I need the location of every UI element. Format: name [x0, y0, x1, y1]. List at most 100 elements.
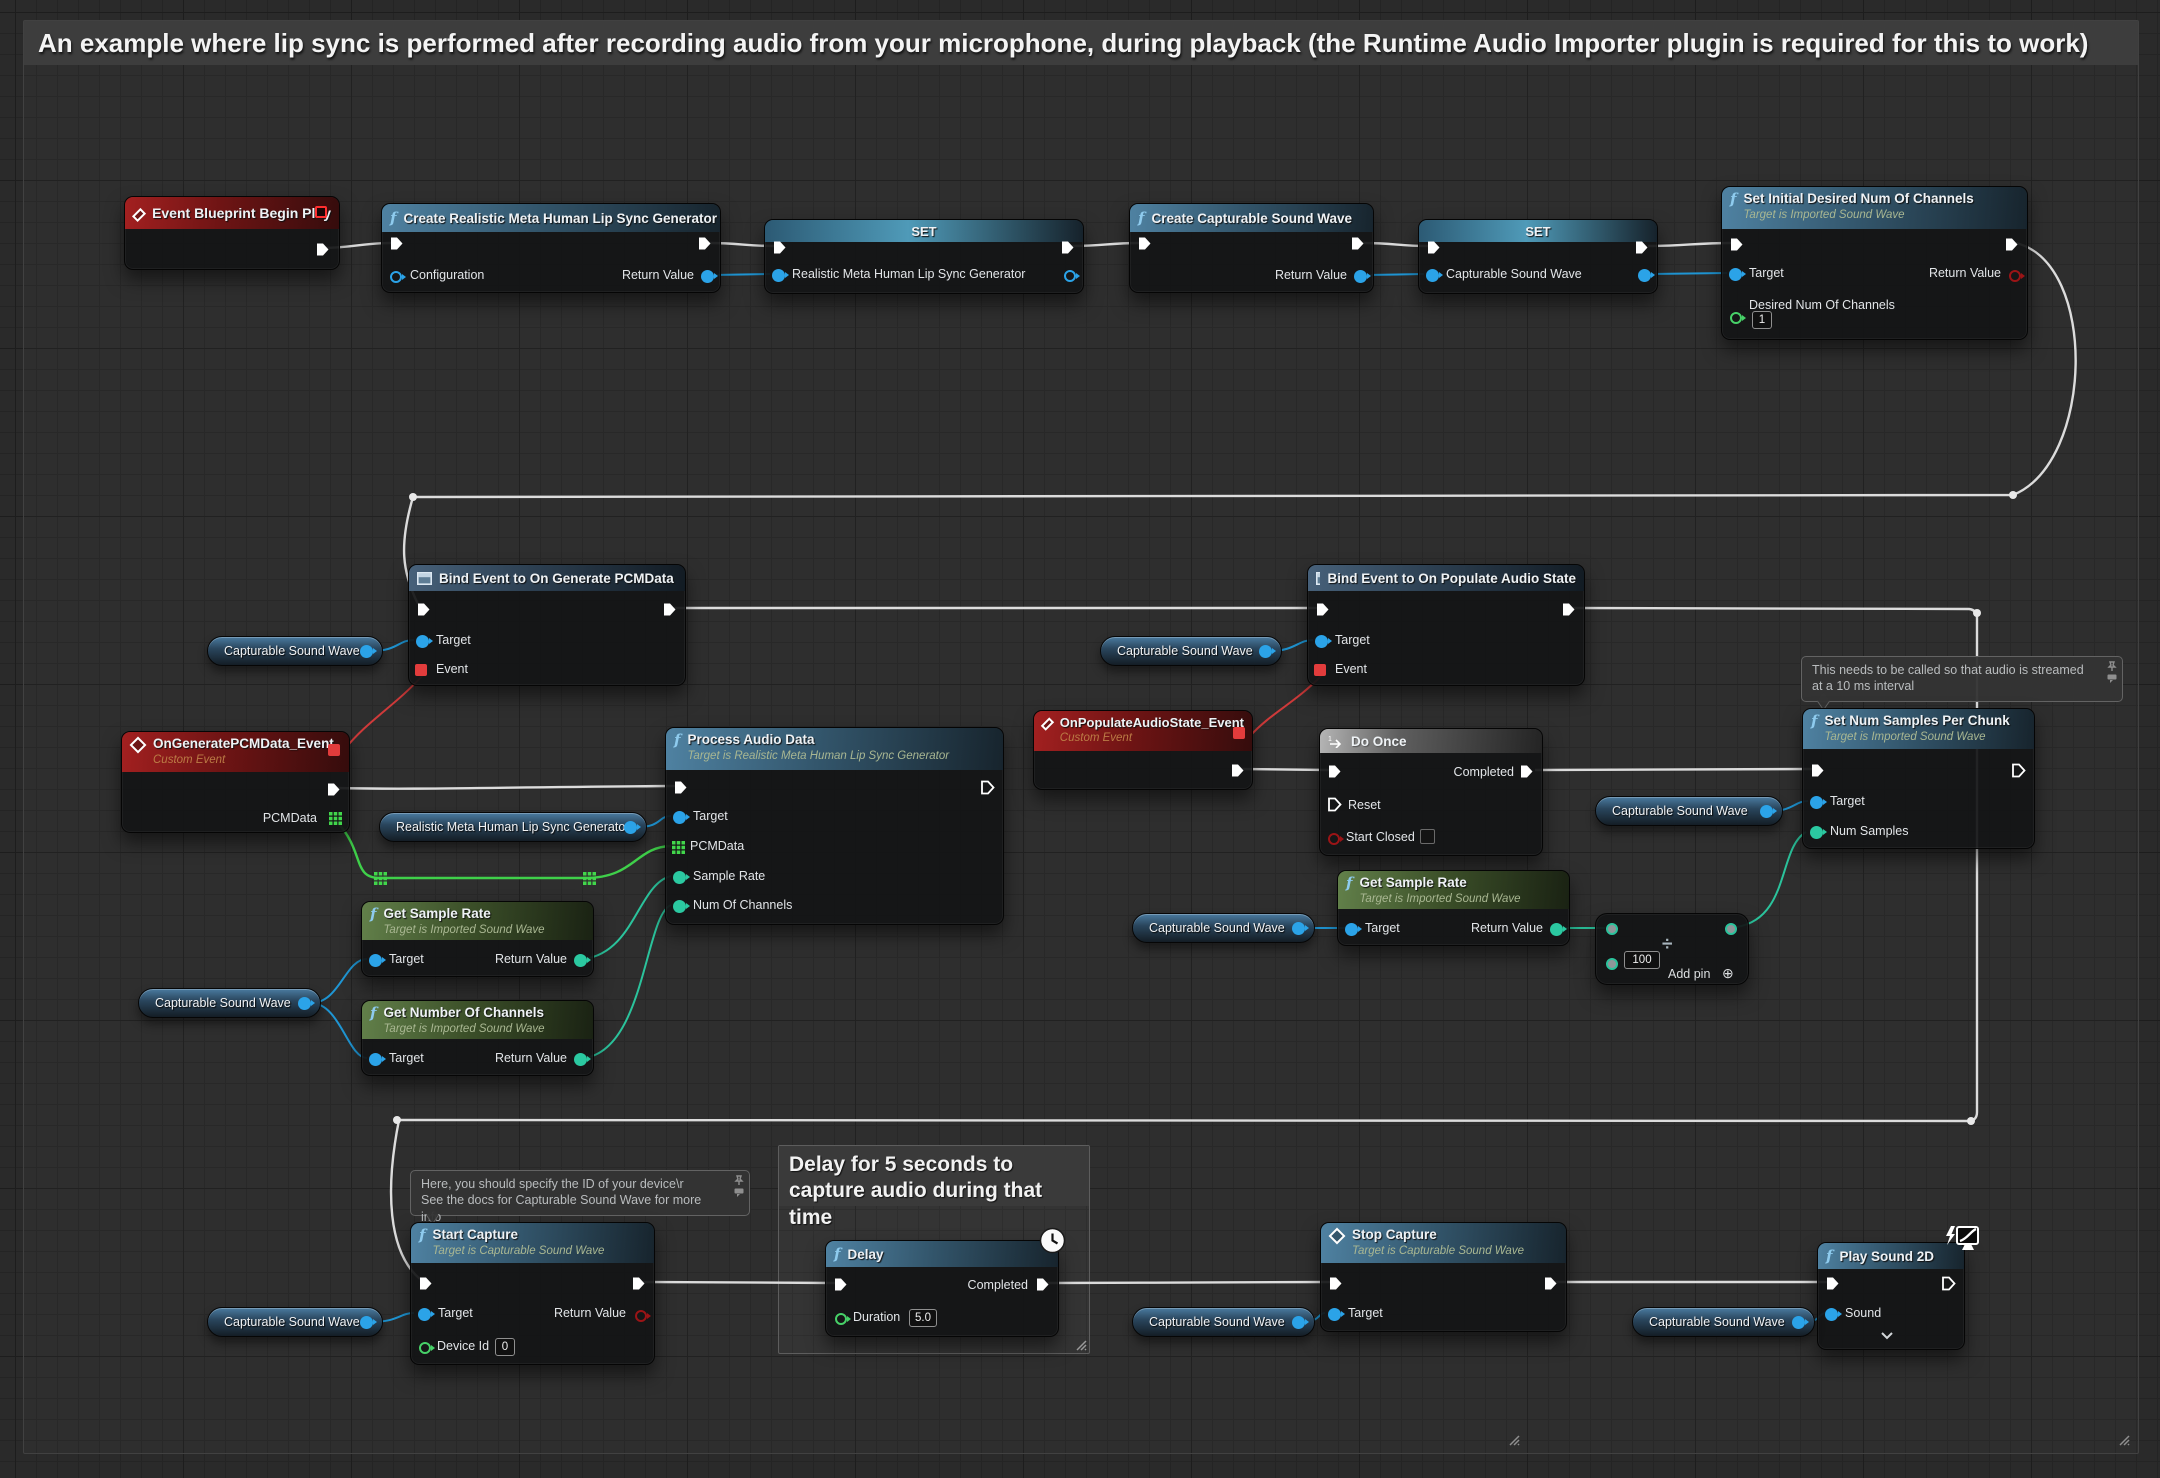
bool-pin-return[interactable]	[2009, 270, 2021, 282]
object-pin-target[interactable]	[1328, 1308, 1341, 1321]
exec-out-pin[interactable]	[326, 782, 341, 797]
node-bind-event-populate[interactable]: Bind Event to On Populate Audio State Ta…	[1307, 564, 1585, 686]
node-set-num-samples[interactable]: f Set Num Samples Per Chunk Target is Im…	[1802, 708, 2035, 849]
exec-in-pin[interactable]	[673, 780, 688, 795]
reroute-node[interactable]	[1967, 1117, 1975, 1125]
reroute-node[interactable]	[2009, 491, 2017, 499]
exec-in-pin[interactable]	[772, 240, 787, 255]
exec-out-pin[interactable]	[315, 242, 330, 257]
pill-capturable-sound-wave[interactable]: Capturable Sound Wave	[1132, 913, 1315, 943]
note-bubble-chunk[interactable]: This needs to be called so that audio is…	[1801, 656, 2123, 702]
object-pin-out[interactable]	[360, 645, 373, 658]
int-pin-device-id[interactable]	[419, 1342, 431, 1354]
exec-out-pin[interactable]	[2011, 763, 2026, 778]
value-input[interactable]: 100	[1624, 951, 1660, 969]
object-pin-out[interactable]	[1064, 270, 1076, 282]
node-get-sample-rate[interactable]: f Get Sample Rate Target is Imported Sou…	[361, 901, 594, 977]
exec-in-pin[interactable]	[1810, 763, 1825, 778]
pill-capturable-sound-wave[interactable]: Capturable Sound Wave	[1595, 796, 1783, 826]
exec-in-pin[interactable]	[1825, 1276, 1840, 1291]
exec-in-pin[interactable]	[389, 236, 404, 251]
pin-icon[interactable]	[2107, 661, 2117, 671]
object-pin-out[interactable]	[624, 821, 637, 834]
object-pin-target[interactable]	[1315, 635, 1328, 648]
note-bubble-device[interactable]: Here, you should specify the ID of your …	[410, 1170, 750, 1216]
object-pin-target[interactable]	[673, 811, 686, 824]
add-pin-icon[interactable]: ⊕	[1722, 965, 1734, 982]
object-pin-target[interactable]	[369, 1053, 382, 1066]
wire-exec-eventpopulate-doonce[interactable]	[1241, 769, 1329, 770]
object-pin-target[interactable]	[416, 635, 429, 648]
object-pin-target[interactable]	[418, 1308, 431, 1321]
array-pin-pcmdata[interactable]	[672, 841, 685, 854]
node-ongeneratepcmdata-event[interactable]: OnGeneratePCMData_Event Custom Event PCM…	[121, 731, 350, 833]
exec-out-pin[interactable]	[980, 780, 995, 795]
object-pin-in[interactable]	[772, 269, 785, 282]
node-create-realistic-generator[interactable]: f Create Realistic Meta Human Lip Sync G…	[381, 203, 721, 293]
delegate-pin-event[interactable]	[415, 664, 427, 676]
node-stop-capture[interactable]: Stop Capture Target is Capturable Sound …	[1320, 1222, 1567, 1332]
wire-exec-set2-setinitial[interactable]	[1648, 243, 1731, 246]
start-closed-checkbox[interactable]	[1420, 829, 1435, 844]
wire-divide-numsamples[interactable]	[1737, 832, 1806, 927]
pill-capturable-sound-wave[interactable]: Capturable Sound Wave	[207, 1307, 383, 1337]
exec-out-pin-completed[interactable]	[1519, 764, 1534, 779]
object-pin-sound[interactable]	[1825, 1308, 1838, 1321]
reroute-node[interactable]	[1973, 609, 1981, 617]
node-set-capturable[interactable]: SET Capturable Sound Wave	[1418, 219, 1658, 294]
wire-pill-gnc[interactable]	[311, 1003, 367, 1058]
value-input[interactable]: 1	[1752, 311, 1772, 329]
pill-capturable-sound-wave[interactable]: Capturable Sound Wave	[138, 988, 321, 1018]
delegate-pin[interactable]	[328, 744, 340, 756]
object-pin-out[interactable]	[360, 1316, 373, 1329]
wire-event-pcm[interactable]	[344, 675, 423, 750]
wire-exec-start-delay[interactable]	[643, 1282, 835, 1283]
object-pin-out[interactable]	[1638, 269, 1651, 282]
node-event-begin-play[interactable]: Event Blueprint Begin Play	[124, 196, 340, 270]
node-process-audio-data[interactable]: f Process Audio Data Target is Realistic…	[665, 727, 1004, 925]
exec-in-pin-reset[interactable]	[1327, 797, 1342, 812]
delegate-pin[interactable]	[315, 206, 327, 218]
node-create-capturable[interactable]: f Create Capturable Sound Wave Return Va…	[1129, 203, 1374, 293]
add-pin-label[interactable]: Add pin	[1668, 967, 1710, 981]
object-pin-return[interactable]	[701, 270, 714, 283]
exec-in-pin[interactable]	[1328, 1276, 1343, 1291]
wire-set2-setinitial-target[interactable]	[1650, 273, 1727, 274]
wire-return-set1[interactable]	[713, 274, 770, 275]
exec-in-pin[interactable]	[416, 602, 431, 617]
wire-return-set2[interactable]	[1366, 274, 1424, 275]
exec-out-pin[interactable]	[662, 602, 677, 617]
object-pin-return[interactable]	[1354, 270, 1367, 283]
exec-in-pin[interactable]	[1137, 236, 1152, 251]
node-delay[interactable]: f Delay Completed Duration 5.0	[825, 1240, 1059, 1337]
comment-resize-handle-2[interactable]	[1506, 1432, 1520, 1446]
numeric-pin-num-samples[interactable]	[1810, 826, 1823, 839]
value-input[interactable]: 5.0	[909, 1309, 937, 1327]
node-bind-event-pcmdata[interactable]: Bind Event to On Generate PCMData Target…	[408, 564, 686, 686]
numeric-pin-return[interactable]	[1550, 923, 1563, 936]
object-pin-target[interactable]	[1345, 923, 1358, 936]
exec-in-pin[interactable]	[1315, 602, 1330, 617]
numeric-pin-num-channels[interactable]	[673, 900, 686, 913]
pill-capturable-sound-wave[interactable]: Capturable Sound Wave	[1632, 1307, 1815, 1337]
wire-exec-delay-stop[interactable]	[1047, 1282, 1330, 1283]
comment-resize-handle[interactable]	[2116, 1432, 2130, 1446]
exec-out-pin[interactable]	[1350, 236, 1365, 251]
reroute-node[interactable]	[409, 493, 417, 501]
pin-icon[interactable]	[734, 1175, 744, 1185]
object-pin-out[interactable]	[1259, 645, 1272, 658]
exec-out-pin[interactable]	[697, 236, 712, 251]
wire-samplerate[interactable]	[584, 876, 671, 959]
object-pin-target[interactable]	[1810, 796, 1823, 809]
exec-out-pin-completed[interactable]	[1035, 1277, 1050, 1292]
exec-out-pin[interactable]	[2004, 237, 2019, 252]
wildcard-pin-out[interactable]	[1725, 923, 1737, 935]
object-pin-configuration[interactable]	[390, 271, 402, 283]
node-get-number-of-channels[interactable]: f Get Number Of Channels Target is Impor…	[361, 1000, 594, 1076]
numeric-pin-return[interactable]	[574, 954, 587, 967]
object-pin-target[interactable]	[369, 954, 382, 967]
wire-exec-doonce-setnum[interactable]	[1535, 769, 1812, 770]
bool-pin-return[interactable]	[635, 1310, 647, 1322]
exec-out-pin[interactable]	[1543, 1276, 1558, 1291]
exec-in-pin[interactable]	[833, 1277, 848, 1292]
